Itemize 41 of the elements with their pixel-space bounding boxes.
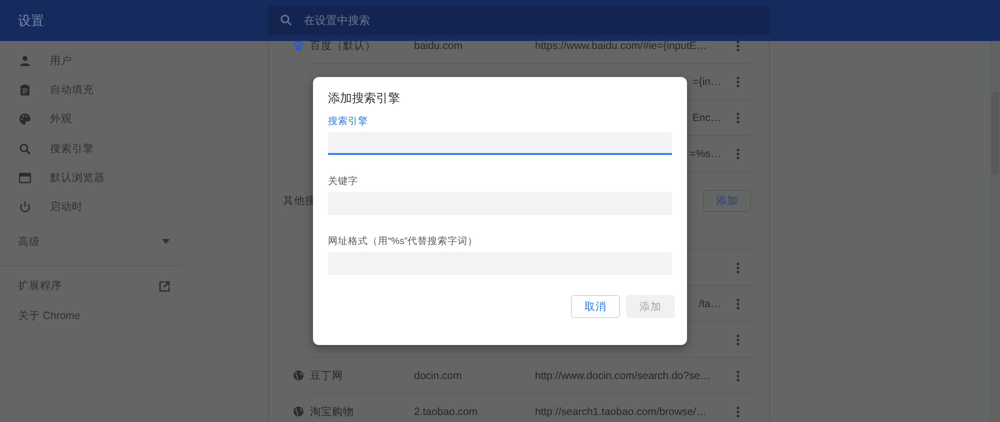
engine-url: http://www.docin.com/search.do?se… [535,370,711,382]
engine-url: /ta… [698,298,721,310]
engine-keyword: 2.taobao.com [414,406,478,418]
dialog-button[interactable]: 取消 [571,295,620,318]
add-button[interactable]: 添加 [703,190,751,212]
engine-url: Enc… [692,112,721,124]
engine-url: http://search1.taobao.com/browse/… [535,406,707,418]
engine-name: 淘宝购物 [310,404,354,418]
engine-url: https://www.baidu.com/#ie={inputE… [535,40,707,52]
engine-keyword: baidu.com [414,40,462,52]
engine-name: 豆丁网 [310,368,343,382]
power-icon [19,201,31,214]
page-title: 设置 [17,12,45,30]
search-field[interactable]: 在设置中搜索 [268,6,770,35]
search-icon [19,142,31,155]
more-menu-icon[interactable] [736,76,740,88]
person-icon [19,54,31,67]
engine-name: 百度（默认） [310,38,376,52]
globe-icon [293,406,304,417]
more-menu-icon[interactable] [736,406,740,418]
more-menu-icon[interactable] [736,40,740,52]
engine-url: ={in… [692,76,721,88]
clipboard-icon [19,84,31,96]
more-menu-icon[interactable] [736,148,740,160]
more-menu-icon[interactable] [736,112,740,124]
engine-keyword: docin.com [414,370,462,382]
engine-url: =%s… [690,148,721,160]
input-field[interactable] [328,132,672,155]
paw-icon [293,40,304,51]
more-menu-icon[interactable] [736,370,740,382]
more-menu-icon[interactable] [736,334,740,346]
field-label: 网址格式（用“%s”代替搜索字词） [328,235,479,248]
caret-icon [162,239,170,244]
dialog-title: 添加搜索引擎 [328,90,401,107]
browser-window-icon [19,172,31,184]
more-menu-icon[interactable] [736,298,740,310]
field-label: 搜索引擎 [328,115,369,128]
field-label: 关键字 [328,175,359,188]
palette-icon [19,113,31,126]
more-menu-icon[interactable] [736,262,740,274]
globe-icon [293,370,304,381]
